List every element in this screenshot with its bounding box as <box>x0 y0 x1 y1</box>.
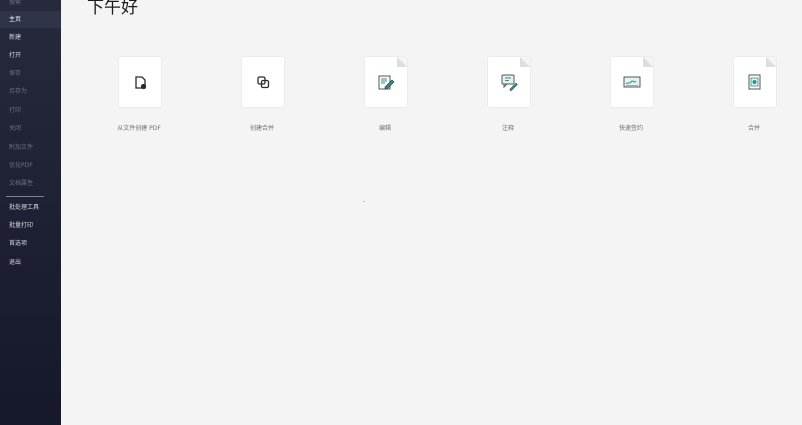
sidebar-item-save-as[interactable]: 另存为 <box>0 83 61 100</box>
sidebar-item-close[interactable]: 关闭 <box>0 120 61 137</box>
sidebar-item-home[interactable]: 主页 <box>0 11 61 28</box>
tile-create-combine[interactable]: 创建合并 <box>217 57 307 137</box>
sidebar-item-open[interactable]: 打开 <box>0 47 61 64</box>
sidebar-item-save[interactable]: 保存 <box>0 65 61 82</box>
sidebar-item-batch-print[interactable]: 批量打印 <box>0 217 61 234</box>
create-combine-icon <box>257 76 270 89</box>
tile-label: 快速签约 <box>618 125 643 132</box>
sidebar-item-batch-tools[interactable]: 批处理工具 <box>0 199 61 216</box>
create-from-file-icon <box>135 76 147 90</box>
sidebar-item-optimize-pdf[interactable]: 优化PDF <box>0 157 61 174</box>
tile-label: 注释 <box>501 125 514 132</box>
sidebar-item-attach-file[interactable]: 附加文件 <box>0 139 61 156</box>
tile-edit[interactable]: 编辑 <box>340 57 430 137</box>
main-panel: 下午好 从文件创建 PDF 创建合并 编辑 注释 快速签约 合并 <box>61 0 802 425</box>
document-card[interactable] <box>365 57 407 107</box>
page-fold <box>766 57 776 67</box>
document-card[interactable] <box>488 57 530 107</box>
document-card[interactable] <box>611 57 653 107</box>
document-card[interactable] <box>734 57 776 107</box>
tile-comment[interactable]: 注释 <box>463 57 553 137</box>
comment-icon <box>501 74 518 91</box>
tile-label: 从文件创建 PDF <box>117 125 161 132</box>
edit-icon <box>378 75 395 90</box>
tile-merge[interactable]: 合并 <box>709 57 799 137</box>
tile-create-from-file[interactable]: 从文件创建 PDF <box>94 57 184 137</box>
tile-quick-sign[interactable]: 快速签约 <box>586 57 676 137</box>
sidebar-item-exit[interactable]: 退出 <box>0 254 61 271</box>
sidebar: 搜索 主页 新建 打开 保存 另存为 打印 关闭 附加文件 优化PDF 文档属性… <box>0 0 61 425</box>
page-fold <box>643 57 653 67</box>
sidebar-item-print[interactable]: 打印 <box>0 102 61 119</box>
tile-label: 合并 <box>747 125 760 132</box>
sidebar-item-preferences[interactable]: 首选项 <box>0 235 61 252</box>
sidebar-item-new[interactable]: 新建 <box>0 29 61 46</box>
stray-mark <box>363 201 365 202</box>
tile-label: 创建合并 <box>249 125 274 132</box>
merge-icon <box>748 74 761 90</box>
tile-label: 编辑 <box>378 125 391 132</box>
page-fold <box>520 57 530 67</box>
greeting-title: 下午好 <box>87 0 138 18</box>
sidebar-divider <box>6 196 44 197</box>
page-fold <box>397 57 407 67</box>
document-card[interactable] <box>242 57 284 107</box>
document-card[interactable] <box>119 57 161 107</box>
sidebar-item-search[interactable]: 搜索 <box>0 0 61 11</box>
sidebar-item-document-properties[interactable]: 文档属性 <box>0 175 61 192</box>
quick-sign-icon <box>623 76 641 88</box>
